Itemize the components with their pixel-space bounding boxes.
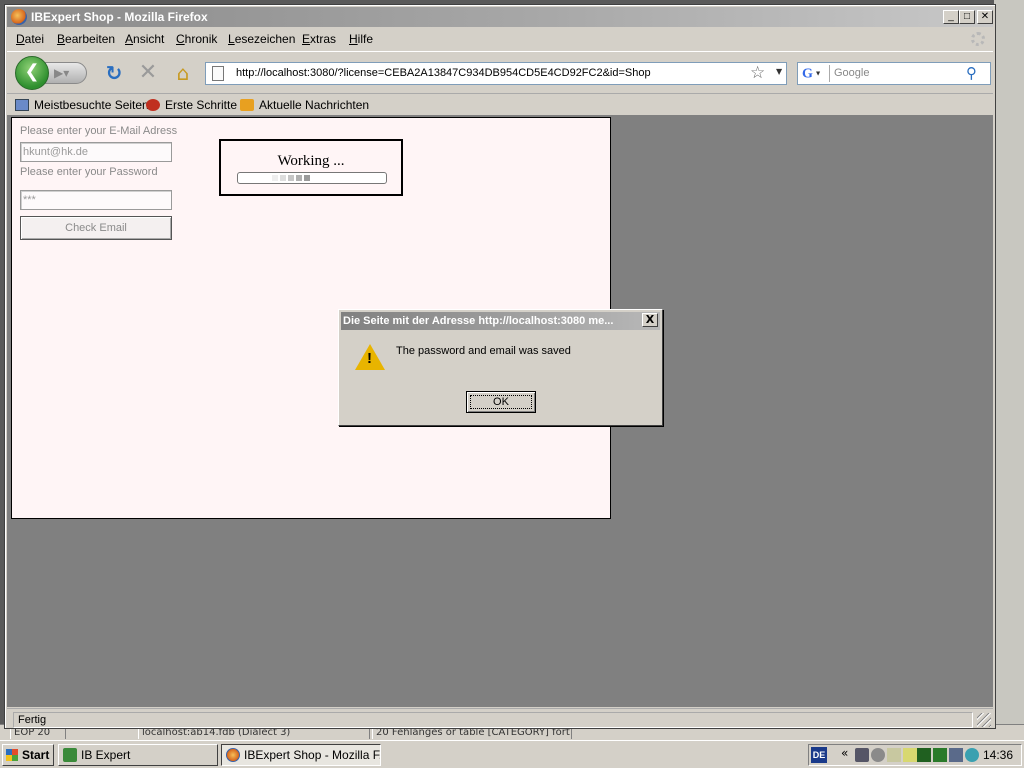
taskbar-item-ibexpert[interactable]: IB Expert bbox=[58, 744, 218, 766]
url-bar[interactable]: http://localhost:3080/?license=CEBA2A138… bbox=[205, 62, 787, 85]
bookmarks-toolbar: Meistbesuchte Seiten Erste Schritte Aktu… bbox=[7, 93, 993, 115]
system-tray: DE « 14:36 bbox=[808, 744, 1022, 766]
window-title: IBExpert Shop - Mozilla Firefox bbox=[31, 10, 208, 24]
email-field[interactable]: hkunt@hk.de bbox=[20, 142, 172, 162]
progress-bar bbox=[237, 172, 387, 184]
throbber-icon bbox=[971, 32, 985, 46]
task-label: IBExpert Shop - Mozilla F... bbox=[244, 748, 381, 762]
ibexpert-icon bbox=[63, 748, 77, 762]
stop-icon[interactable]: ✕ bbox=[137, 62, 159, 84]
progress-block bbox=[272, 175, 278, 181]
camera-icon[interactable] bbox=[855, 748, 869, 762]
working-indicator: Working ... bbox=[219, 139, 403, 196]
performance-monitor-icon[interactable] bbox=[917, 748, 931, 762]
close-button[interactable]: ✕ bbox=[977, 10, 993, 24]
search-engine-logo: G bbox=[802, 66, 813, 82]
menu-bearbeiten[interactable]: Bearbeiten bbox=[57, 32, 115, 46]
dialog-message: The password and email was saved bbox=[396, 345, 571, 357]
navigation-toolbar: ▶▾ ❮ ↻ ✕ ⌂ http://localhost:3080/?licens… bbox=[7, 51, 993, 93]
tray-app-icon[interactable] bbox=[903, 748, 917, 762]
search-box[interactable]: G ▼ Google ⚲ bbox=[797, 62, 991, 85]
start-button[interactable]: Start bbox=[2, 744, 54, 766]
password-label: Please enter your Password bbox=[20, 166, 158, 178]
working-text: Working ... bbox=[277, 153, 345, 169]
ok-button[interactable]: OK bbox=[466, 391, 536, 413]
progress-block bbox=[296, 175, 302, 181]
email-label: Please enter your E-Mail Adress bbox=[20, 125, 178, 137]
firefox-icon bbox=[11, 9, 27, 25]
bookmark-label: Aktuelle Nachrichten bbox=[259, 98, 370, 112]
search-engine-selector[interactable]: G ▼ bbox=[800, 65, 830, 82]
maximize-button[interactable]: □ bbox=[959, 10, 975, 24]
bookmark-label: Erste Schritte bbox=[165, 98, 238, 112]
taskbar-item-firefox[interactable]: IBExpert Shop - Mozilla F... bbox=[221, 744, 381, 766]
network-icon[interactable] bbox=[949, 748, 963, 762]
progress-blocks bbox=[238, 175, 386, 181]
background-window-edge bbox=[994, 0, 1024, 740]
taskbar: Start IB Expert IBExpert Shop - Mozilla … bbox=[0, 740, 1024, 768]
language-indicator[interactable]: DE bbox=[811, 747, 827, 763]
menu-extras[interactable]: Extras bbox=[302, 32, 336, 46]
folder-icon bbox=[15, 99, 29, 111]
windows-logo-icon bbox=[6, 749, 18, 761]
resize-grip-icon[interactable] bbox=[977, 713, 991, 727]
dialog-close-button[interactable]: X bbox=[642, 313, 658, 327]
search-input[interactable]: Google bbox=[834, 67, 869, 79]
gear-icon[interactable] bbox=[871, 748, 885, 762]
search-icon[interactable]: ⚲ bbox=[966, 64, 977, 82]
bookmark-star-icon[interactable]: ☆ bbox=[750, 63, 765, 83]
clock: 14:36 bbox=[983, 748, 1014, 762]
eye-icon[interactable] bbox=[965, 748, 979, 762]
check-email-button[interactable]: Check Email bbox=[20, 216, 172, 240]
dialog-title[interactable]: Die Seite mit der Adresse http://localho… bbox=[341, 312, 660, 330]
network-monitor-icon[interactable] bbox=[933, 748, 947, 762]
home-icon[interactable]: ⌂ bbox=[171, 62, 195, 84]
bookmark-getting-started[interactable]: Erste Schritte bbox=[146, 98, 237, 112]
minimize-button[interactable]: _ bbox=[943, 10, 959, 24]
forward-button[interactable]: ▶▾ bbox=[45, 62, 87, 84]
alert-dialog: Die Seite mit der Adresse http://localho… bbox=[338, 309, 663, 426]
status-bar: Fertig bbox=[7, 708, 993, 728]
bookmark-latest-news[interactable]: Aktuelle Nachrichten bbox=[240, 98, 369, 112]
firefox-icon bbox=[226, 748, 240, 762]
bookmark-most-visited[interactable]: Meistbesuchte Seiten bbox=[15, 98, 149, 112]
reload-icon[interactable]: ↻ bbox=[103, 62, 125, 84]
warning-exclamation: ! bbox=[367, 350, 372, 367]
url-text[interactable]: http://localhost:3080/?license=CEBA2A138… bbox=[236, 67, 651, 79]
tray-expand-icon[interactable]: « bbox=[841, 746, 848, 760]
title-bar[interactable]: IBExpert Shop - Mozilla Firefox _ □ ✕ bbox=[7, 7, 993, 27]
ok-button-label: OK bbox=[470, 395, 532, 409]
task-label: IB Expert bbox=[81, 748, 131, 762]
menu-datei[interactable]: Datei bbox=[16, 32, 44, 46]
rss-feed-icon bbox=[240, 99, 254, 111]
bookmark-label: Meistbesuchte Seiten bbox=[34, 98, 149, 112]
progress-block bbox=[304, 175, 310, 181]
menu-hilfe[interactable]: Hilfe bbox=[349, 32, 373, 46]
menu-bar: Datei Bearbeiten Ansicht Chronik Lesezei… bbox=[7, 29, 993, 49]
status-text: Fertig bbox=[13, 712, 973, 728]
url-dropdown-icon[interactable]: ▼ bbox=[776, 67, 782, 76]
progress-block bbox=[288, 175, 294, 181]
menu-lesezeichen[interactable]: Lesezeichen bbox=[228, 32, 295, 46]
tray-app-icon[interactable] bbox=[887, 748, 901, 762]
menu-ansicht[interactable]: Ansicht bbox=[125, 32, 164, 46]
menu-chronik[interactable]: Chronik bbox=[176, 32, 217, 46]
firefox-bookmark-icon bbox=[146, 99, 160, 111]
start-label: Start bbox=[22, 748, 50, 762]
password-field[interactable]: *** bbox=[20, 190, 172, 210]
page-icon bbox=[212, 66, 224, 81]
progress-block bbox=[280, 175, 286, 181]
chevron-down-icon: ▼ bbox=[812, 69, 822, 78]
back-button[interactable]: ❮ bbox=[15, 56, 49, 90]
